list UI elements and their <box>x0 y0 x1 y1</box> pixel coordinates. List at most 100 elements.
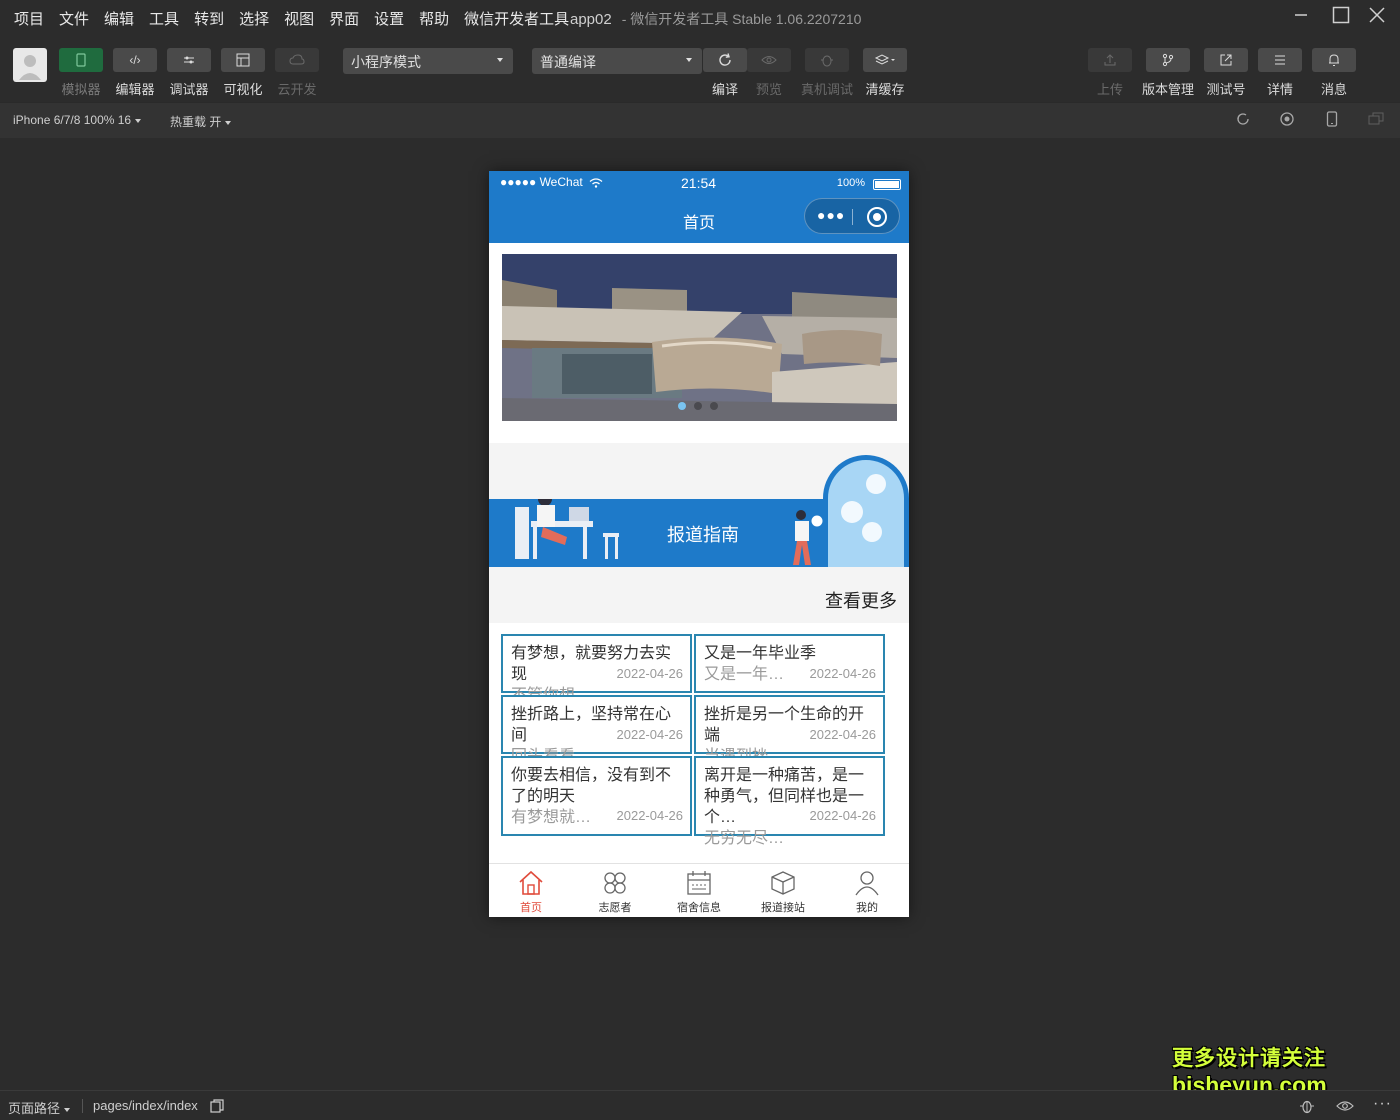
menu-goto[interactable]: 转到 <box>189 8 229 29</box>
upload-label: 上传 <box>1096 82 1123 97</box>
copy-icon[interactable] <box>210 1099 224 1113</box>
mode-select[interactable]: 小程序模式 <box>343 48 513 74</box>
clear-cache-button[interactable]: 清缓存 <box>862 48 908 98</box>
upload-button[interactable]: 上传 <box>1087 48 1133 98</box>
nav-header: ●●●●● WeChat 21:54 100% 首页 ●●● <box>489 171 909 243</box>
detach-window-icon[interactable] <box>1367 111 1385 129</box>
device-select-value: iPhone 6/7/8 100% 16 <box>13 113 132 127</box>
tab-mine[interactable]: 我的 <box>825 864 909 917</box>
menu-settings[interactable]: 设置 <box>369 8 409 29</box>
article-card[interactable]: 又是一年毕业季 又是一年… 2022-04-26 <box>694 634 885 693</box>
layers-icon <box>863 48 907 72</box>
phone-simulator: ●●●●● WeChat 21:54 100% 首页 ●●● 报道指南 查看更多… <box>489 171 909 917</box>
tab-bar: 首页 志愿者 宿舍信息 报道接站 我的 <box>489 863 909 917</box>
record-icon[interactable] <box>1278 111 1296 129</box>
simulator-subbar: iPhone 6/7/8 100% 16 热重载 开 <box>0 102 1400 138</box>
preview-label: 预览 <box>755 82 782 97</box>
hot-reload-toggle[interactable]: 热重载 开 <box>170 113 232 130</box>
tab-dorm-label: 宿舍信息 <box>677 902 721 914</box>
version-label: 版本管理 <box>1141 82 1194 97</box>
menu-tools[interactable]: 工具 <box>144 8 184 29</box>
banner-carousel[interactable] <box>502 254 897 421</box>
avatar[interactable] <box>13 48 47 82</box>
tab-dorm[interactable]: 宿舍信息 <box>657 864 741 917</box>
chevron-down-icon <box>686 58 692 62</box>
tab-mine-label: 我的 <box>856 902 878 914</box>
menu-edit[interactable]: 编辑 <box>99 8 139 29</box>
more-dots-icon[interactable]: ●●● <box>817 207 845 223</box>
article-date: 2022-04-26 <box>616 666 684 681</box>
menu-view[interactable]: 视图 <box>279 8 319 29</box>
chevron-down-icon <box>225 120 232 125</box>
menu-interface[interactable]: 界面 <box>324 8 364 29</box>
article-card[interactable]: 挫折是另一个生命的开端 当遇到挫… 2022-04-26 <box>694 695 885 765</box>
status-divider <box>82 1099 83 1113</box>
carousel-dot[interactable] <box>678 402 686 410</box>
avatars-illustration <box>841 474 886 542</box>
view-more-link[interactable]: 查看更多 <box>825 587 897 613</box>
carousel-dots <box>678 402 718 410</box>
code-icon: ‹/› <box>113 48 157 72</box>
visual-button[interactable]: 可视化 <box>220 48 266 98</box>
carousel-dot[interactable] <box>694 402 702 410</box>
menu-select[interactable]: 选择 <box>234 8 274 29</box>
rotate-icon[interactable] <box>1234 111 1252 129</box>
more-icon[interactable]: ··· <box>1373 1095 1392 1113</box>
capsule-menu: ●●● <box>804 198 900 234</box>
minimize-icon[interactable] <box>1289 6 1313 28</box>
cloud-button[interactable]: 云开发 <box>274 48 320 98</box>
article-card[interactable]: 有梦想，就要努力去实现 不管你想… 2022-04-26 <box>501 634 692 704</box>
article-title: 你要去相信，没有到不了的明天 <box>511 767 672 805</box>
device-frame-icon[interactable] <box>1323 111 1341 129</box>
version-button[interactable]: 版本管理 <box>1142 48 1194 98</box>
classroom-image <box>502 254 897 421</box>
battery-icon <box>873 179 901 190</box>
eye-icon[interactable] <box>1336 1100 1354 1112</box>
messages-label: 消息 <box>1320 82 1347 97</box>
real-debug-label: 真机调试 <box>800 82 853 97</box>
menu-project[interactable]: 项目 <box>9 8 49 29</box>
messages-button[interactable]: 消息 <box>1311 48 1357 98</box>
simulator-button[interactable]: 模拟器 <box>58 48 104 98</box>
banner-section <box>489 243 909 443</box>
maximize-icon[interactable] <box>1329 6 1353 28</box>
layout-icon <box>221 48 265 72</box>
eye-icon <box>747 48 791 72</box>
editor-button[interactable]: ‹/› 编辑器 <box>112 48 158 98</box>
calendar-icon <box>687 871 711 895</box>
guide-banner[interactable]: 报道指南 <box>489 443 909 567</box>
compile-select[interactable]: 普通编译 <box>532 48 702 74</box>
debug-icon <box>167 48 211 72</box>
tab-volunteer[interactable]: 志愿者 <box>573 864 657 917</box>
app-name: app02 <box>570 11 612 28</box>
debugger-button[interactable]: 调试器 <box>166 48 212 98</box>
tab-pickup[interactable]: 报道接站 <box>741 864 825 917</box>
menu-file[interactable]: 文件 <box>54 8 94 29</box>
real-debug-button[interactable]: 真机调试 <box>801 48 853 98</box>
hot-reload-value: 热重载 开 <box>170 115 222 129</box>
tab-home[interactable]: 首页 <box>489 864 573 917</box>
menu-help[interactable]: 帮助 <box>414 8 454 29</box>
chevron-down-icon <box>64 1107 71 1112</box>
close-icon[interactable] <box>1365 6 1389 28</box>
test-account-button[interactable]: 测试号 <box>1203 48 1249 98</box>
article-card[interactable]: 挫折路上，坚持常在心间 回头看看… 2022-04-26 <box>501 695 692 765</box>
window-title: app02 - 微信开发者工具 Stable 1.06.2207210 <box>570 9 861 29</box>
cloud-label: 云开发 <box>277 82 317 97</box>
close-miniprogram-icon[interactable] <box>867 207 887 227</box>
preview-button[interactable]: 预览 <box>746 48 792 98</box>
user-icon <box>855 871 879 896</box>
details-button[interactable]: 详情 <box>1257 48 1303 98</box>
capsule-divider <box>852 209 853 225</box>
branch-icon <box>1146 48 1190 72</box>
bug-icon[interactable] <box>1298 1098 1316 1114</box>
article-card[interactable]: 你要去相信，没有到不了的明天 有梦想就… 2022-04-26 <box>501 756 692 836</box>
device-select[interactable]: iPhone 6/7/8 100% 16 <box>13 113 142 127</box>
article-date: 2022-04-26 <box>616 808 684 823</box>
carousel-dot[interactable] <box>710 402 718 410</box>
page-path-dropdown[interactable]: 页面路径 <box>8 1098 71 1117</box>
menu-wechat-devtools[interactable]: 微信开发者工具 <box>459 8 574 29</box>
article-date: 2022-04-26 <box>809 808 877 823</box>
article-card[interactable]: 离开是一种痛苦，是一种勇气，但同样也是一个… 无穷无尽… 2022-04-26 <box>694 756 885 847</box>
home-icon <box>519 870 543 895</box>
